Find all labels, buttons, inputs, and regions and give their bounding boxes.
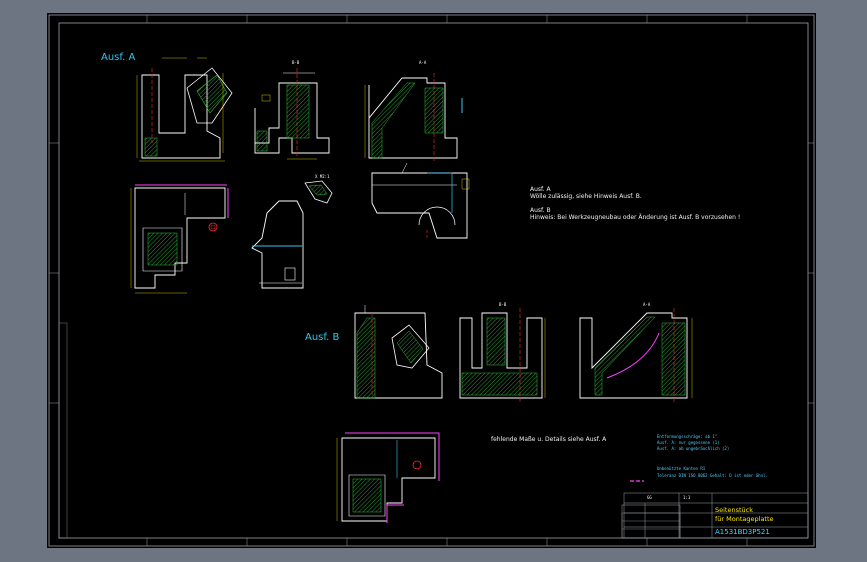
label-section-aa-b: A-A (643, 302, 651, 307)
drawing-number: A1531BD3P521 (715, 528, 770, 536)
view-b-front (354, 305, 443, 399)
legend-line-3: Ausf. A: ab ungebräuchlich (2) (657, 446, 730, 451)
note-fehlende: fehlende Maße u. Details siehe Ausf. A (491, 436, 607, 443)
label-ausf-b: Ausf. B (305, 332, 340, 343)
view-b-section-aa (579, 308, 693, 403)
note-ausf-a-text: Wölle zulässig, siehe Hinweis Ausf. B. (530, 193, 642, 200)
view-a-top-right (371, 172, 470, 239)
view-a-detail-x (304, 180, 333, 204)
legend-line-2: Ausf. A: nur gegossene (1) (657, 440, 720, 445)
label-ausf-a: Ausf. A (101, 52, 136, 63)
scale-value: 1:1 (683, 495, 691, 500)
title-line-1: Seitenstück (715, 506, 753, 514)
title-line-2: für Montageplatte (715, 515, 774, 523)
note-ausf-b-text: Hinweis: Bei Werkzeugneubau oder Änderun… (530, 214, 741, 221)
view-b-section-bb (459, 308, 546, 403)
legend-line-1: Entformungsschräge: ab 1° (657, 434, 718, 439)
label-section-bb-a: B-B (292, 60, 300, 65)
view-a-side (130, 184, 229, 294)
label-section-bb-b: B-B (499, 302, 507, 307)
revision-table (621, 512, 681, 539)
legend-line-4: Unbenützte Kanten R1 (657, 466, 706, 471)
view-b-side (336, 432, 440, 523)
view-a-section-bb (254, 68, 330, 160)
label-detail-x: X M2:1 (315, 174, 330, 179)
view-a-front (136, 57, 233, 162)
legend-line-5: Toleranz DIN ISO 8062 Gehalt: D ist oder… (657, 473, 768, 478)
material-value: GG (647, 495, 652, 500)
view-a-section-aa (364, 73, 463, 174)
label-section-aa-a: A-A (419, 60, 427, 65)
view-a-profile (251, 200, 304, 289)
drawing-sheet: Ausf. A Ausf. B B-B A-A B-B A-A X M2:1 A… (47, 13, 816, 548)
